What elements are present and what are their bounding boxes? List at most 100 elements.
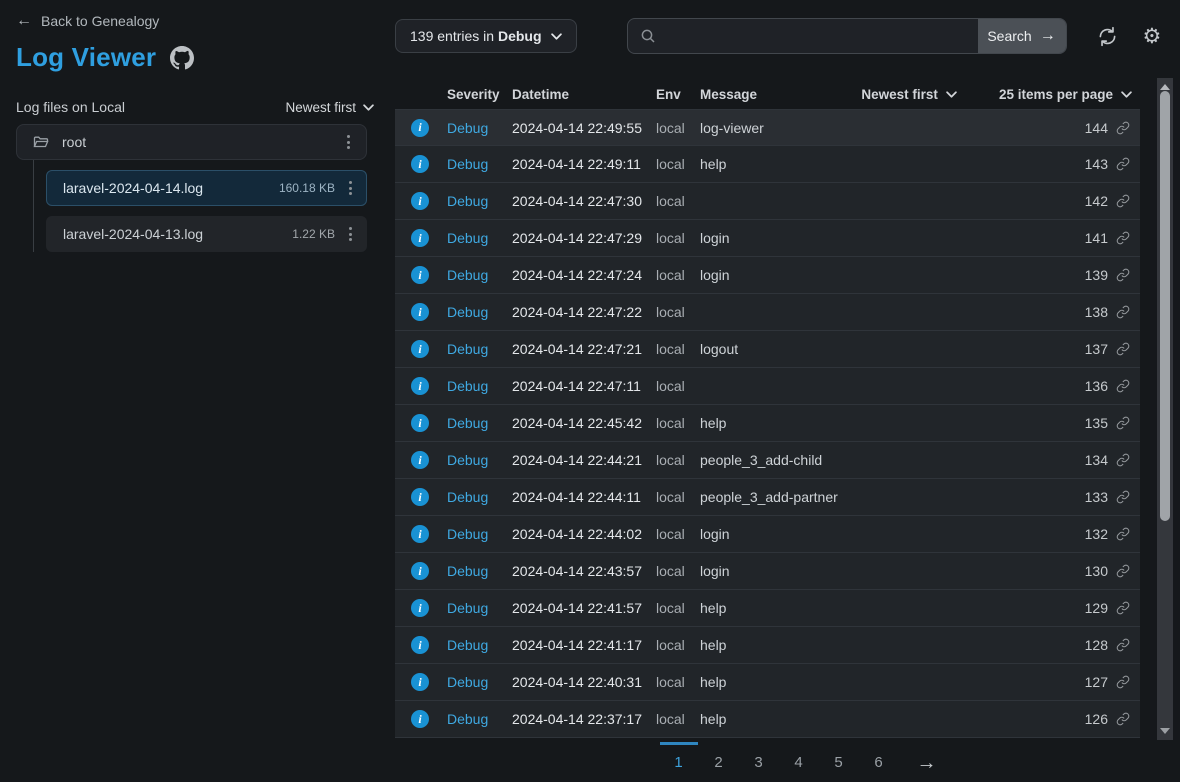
settings-button[interactable]: ⚙ <box>1143 26 1162 47</box>
severity-link[interactable]: Debug <box>447 156 512 172</box>
link-icon[interactable] <box>1116 675 1130 689</box>
row-message: help <box>700 674 1085 690</box>
chevron-down-icon <box>946 91 957 98</box>
link-icon[interactable] <box>1116 453 1130 467</box>
scrollbar-thumb[interactable] <box>1160 91 1170 521</box>
severity-link[interactable]: Debug <box>447 489 512 505</box>
per-page-dropdown[interactable]: 25 items per page <box>999 87 1132 102</box>
link-icon[interactable] <box>1116 268 1130 282</box>
row-message: help <box>700 600 1085 616</box>
link-icon[interactable] <box>1116 490 1130 504</box>
severity-link[interactable]: Debug <box>447 341 512 357</box>
link-icon[interactable] <box>1116 527 1130 541</box>
severity-link[interactable]: Debug <box>447 193 512 209</box>
link-icon[interactable] <box>1116 121 1130 135</box>
link-icon[interactable] <box>1116 231 1130 245</box>
search-input[interactable] <box>656 19 978 53</box>
severity-link[interactable]: Debug <box>447 304 512 320</box>
table-row[interactable]: i Debug 2024-04-14 22:47:22 local 138 <box>395 294 1140 331</box>
table-row[interactable]: i Debug 2024-04-14 22:47:24 local login … <box>395 257 1140 294</box>
refresh-button[interactable] <box>1097 26 1118 47</box>
table-row[interactable]: i Debug 2024-04-14 22:47:11 local 136 <box>395 368 1140 405</box>
severity-link[interactable]: Debug <box>447 415 512 431</box>
row-index: 133 <box>1085 489 1108 505</box>
link-icon[interactable] <box>1116 194 1130 208</box>
info-icon: i <box>411 562 429 580</box>
table-row[interactable]: i Debug 2024-04-14 22:43:57 local login … <box>395 553 1140 590</box>
severity-link[interactable]: Debug <box>447 267 512 283</box>
pagination-page-button[interactable]: 1 <box>660 742 698 777</box>
folder-menu-button[interactable] <box>343 131 354 153</box>
severity-link[interactable]: Debug <box>447 378 512 394</box>
row-datetime: 2024-04-14 22:49:55 <box>512 120 656 136</box>
link-icon[interactable] <box>1116 157 1130 171</box>
table-row[interactable]: i Debug 2024-04-14 22:44:02 local login … <box>395 516 1140 553</box>
link-icon[interactable] <box>1116 342 1130 356</box>
severity-link[interactable]: Debug <box>447 452 512 468</box>
link-icon[interactable] <box>1116 305 1130 319</box>
entries-filter-dropdown[interactable]: 139 entries in Debug <box>395 19 577 53</box>
table-row[interactable]: i Debug 2024-04-14 22:49:55 local log-vi… <box>395 109 1140 146</box>
row-datetime: 2024-04-14 22:44:02 <box>512 526 656 542</box>
table-row[interactable]: i Debug 2024-04-14 22:44:11 local people… <box>395 479 1140 516</box>
severity-link[interactable]: Debug <box>447 637 512 653</box>
column-header-datetime: Datetime <box>512 87 656 102</box>
file-menu-button[interactable] <box>345 177 356 199</box>
table-row[interactable]: i Debug 2024-04-14 22:41:57 local help 1… <box>395 590 1140 627</box>
file-item[interactable]: laravel-2024-04-14.log 160.18 KB <box>46 170 367 206</box>
back-link[interactable]: ← Back to Genealogy <box>16 13 159 29</box>
pagination-next-button[interactable]: → <box>917 744 937 775</box>
row-index: 132 <box>1085 526 1108 542</box>
link-icon[interactable] <box>1116 638 1130 652</box>
file-menu-button[interactable] <box>345 223 356 245</box>
files-sort-dropdown[interactable]: Newest first <box>285 100 374 115</box>
table-row[interactable]: i Debug 2024-04-14 22:37:17 local help 1… <box>395 701 1140 738</box>
row-index: 137 <box>1085 341 1108 357</box>
pagination-page-button[interactable]: 4 <box>780 742 818 777</box>
table-row[interactable]: i Debug 2024-04-14 22:45:42 local help 1… <box>395 405 1140 442</box>
row-index: 129 <box>1085 600 1108 616</box>
search-button[interactable]: Search → <box>978 19 1066 53</box>
pagination-page-button[interactable]: 2 <box>700 742 738 777</box>
info-icon: i <box>411 636 429 654</box>
row-env: local <box>656 304 700 320</box>
pagination-page-button[interactable]: 3 <box>740 742 778 777</box>
table-row[interactable]: i Debug 2024-04-14 22:47:21 local logout… <box>395 331 1140 368</box>
link-icon[interactable] <box>1116 712 1130 726</box>
link-icon[interactable] <box>1116 564 1130 578</box>
table-row[interactable]: i Debug 2024-04-14 22:47:29 local login … <box>395 220 1140 257</box>
table-row[interactable]: i Debug 2024-04-14 22:40:31 local help 1… <box>395 664 1140 701</box>
pagination-page-button[interactable]: 5 <box>820 742 858 777</box>
severity-link[interactable]: Debug <box>447 120 512 136</box>
link-icon[interactable] <box>1116 416 1130 430</box>
link-icon[interactable] <box>1116 379 1130 393</box>
github-icon[interactable] <box>170 46 194 70</box>
severity-link[interactable]: Debug <box>447 600 512 616</box>
file-item[interactable]: laravel-2024-04-13.log 1.22 KB <box>46 216 367 252</box>
info-icon: i <box>411 303 429 321</box>
severity-link[interactable]: Debug <box>447 563 512 579</box>
row-message: login <box>700 230 1085 246</box>
severity-link[interactable]: Debug <box>447 230 512 246</box>
link-icon[interactable] <box>1116 601 1130 615</box>
row-index: 134 <box>1085 452 1108 468</box>
severity-link[interactable]: Debug <box>447 674 512 690</box>
vertical-scrollbar[interactable] <box>1157 78 1173 740</box>
search-icon <box>640 28 656 44</box>
table-row[interactable]: i Debug 2024-04-14 22:44:21 local people… <box>395 442 1140 479</box>
table-row[interactable]: i Debug 2024-04-14 22:49:11 local help 1… <box>395 146 1140 183</box>
info-icon: i <box>411 488 429 506</box>
row-env: local <box>656 452 700 468</box>
pagination-page-button[interactable]: 6 <box>860 742 898 777</box>
severity-link[interactable]: Debug <box>447 711 512 727</box>
back-link-label: Back to Genealogy <box>41 13 159 29</box>
scrollbar-down-arrow-icon[interactable] <box>1157 724 1173 738</box>
table-row[interactable]: i Debug 2024-04-14 22:47:30 local 142 <box>395 183 1140 220</box>
row-env: local <box>656 267 700 283</box>
file-list: laravel-2024-04-14.log 160.18 KB laravel… <box>33 160 367 252</box>
severity-link[interactable]: Debug <box>447 526 512 542</box>
page-title: Log Viewer <box>16 42 156 73</box>
table-sort-dropdown[interactable]: Newest first <box>861 87 957 102</box>
folder-item-root[interactable]: root <box>16 124 367 160</box>
table-row[interactable]: i Debug 2024-04-14 22:41:17 local help 1… <box>395 627 1140 664</box>
